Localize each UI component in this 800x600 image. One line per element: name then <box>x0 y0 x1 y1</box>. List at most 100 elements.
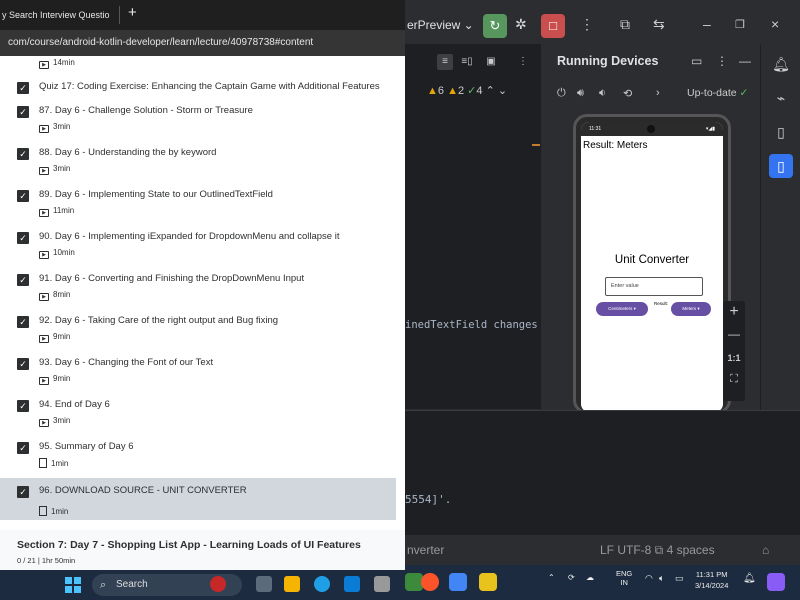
value-input-field[interactable]: Enter value <box>605 277 703 296</box>
chevron-up-icon[interactable]: ⌃ <box>486 85 495 97</box>
fit-screen-icon[interactable]: ⛶ <box>723 373 745 386</box>
lecture-duration: 1min <box>39 506 68 516</box>
list-item[interactable]: ✓ 95. Summary of Day 6 1min <box>0 436 396 478</box>
checkbox-checked[interactable]: ✓ <box>17 274 29 286</box>
inspection-summary[interactable]: ▲6 ▲2 ✓4 ⌃ ⌄ <box>405 84 540 100</box>
chevron-right-icon[interactable]: › <box>656 87 660 99</box>
lecture-duration: ▶ 9min <box>39 374 70 385</box>
volume-down-icon[interactable]: 🔉︎ <box>599 87 606 100</box>
file-icon <box>39 506 47 516</box>
edge-icon[interactable] <box>314 576 330 592</box>
lock-icon[interactable]: ⌂ <box>762 535 769 565</box>
emulator-zoom-controls: + — 1:1 ⛶ <box>723 301 745 401</box>
rotate-icon[interactable]: ⟲ <box>623 87 632 100</box>
device-manager-icon[interactable]: ⧉ <box>620 16 630 33</box>
search-label: Search <box>116 579 148 590</box>
checkbox-checked[interactable]: ✓ <box>17 400 29 412</box>
checkbox-checked[interactable]: ✓ <box>17 82 29 94</box>
list-item[interactable]: ✓ 90. Day 6 - Implementing iExpanded for… <box>0 226 396 268</box>
bell-icon[interactable]: 🔔︎ <box>743 573 756 584</box>
store-icon[interactable] <box>344 576 360 592</box>
more-icon[interactable]: ⋮ <box>580 16 594 33</box>
restore-icon[interactable]: ❐ <box>735 18 745 31</box>
actual-size-button[interactable]: 1:1 <box>723 353 745 363</box>
taskbar-clock[interactable]: 11:31 PM 3/14/2024 <box>695 569 728 591</box>
more-icon[interactable]: ⋮ <box>515 54 531 70</box>
folder-icon[interactable] <box>284 576 300 592</box>
breadcrumb[interactable]: nverter <box>407 535 444 565</box>
code-editor[interactable]: ≡ ≡▯ ▣ ⋮ ▲6 ▲2 ✓4 ⌃ ⌄ inedTextField chan… <box>405 44 542 409</box>
list-item[interactable]: ✓ 92. Day 6 - Taking Care of the right o… <box>0 310 396 352</box>
list-item[interactable]: ✓ 94. End of Day 6 ▶ 3min <box>0 394 396 436</box>
android-studio-icon[interactable] <box>449 573 467 591</box>
brave-icon[interactable] <box>421 573 439 591</box>
list-item[interactable]: ✓ 87. Day 6 - Challenge Solution - Storm… <box>0 100 396 142</box>
taskbar-app-icon[interactable] <box>256 576 272 592</box>
windows-start-icon[interactable] <box>65 577 81 593</box>
notifications-icon[interactable]: 🔔︎ <box>769 52 793 76</box>
list-item[interactable]: ✓ 88. Day 6 - Understanding the by keywo… <box>0 142 396 184</box>
from-unit-dropdown-button[interactable]: Centimeters ▾ <box>596 302 648 316</box>
checkbox-checked[interactable]: ✓ <box>17 232 29 244</box>
checkbox-checked[interactable]: ✓ <box>17 316 29 328</box>
to-unit-dropdown-button[interactable]: Meters ▾ <box>671 302 711 316</box>
minimize-panel-icon[interactable]: — <box>739 54 751 68</box>
checkbox-checked[interactable]: ✓ <box>17 148 29 160</box>
language-indicator[interactable]: ENG IN <box>616 569 632 587</box>
device-manager-icon[interactable]: ▯ <box>769 120 793 144</box>
checkbox-checked[interactable]: ✓ <box>17 442 29 454</box>
video-icon: ▶ <box>39 167 49 175</box>
taskbar-app-icon[interactable] <box>210 576 226 592</box>
list-item[interactable]: ✓ 93. Day 6 - Changing the Font of our T… <box>0 352 396 394</box>
lecture-duration: ▶ 10min <box>39 248 75 259</box>
checkbox-checked[interactable]: ✓ <box>17 190 29 202</box>
new-tab-button[interactable]: + <box>128 4 137 22</box>
close-icon[interactable]: × <box>771 16 779 32</box>
video-icon: ▶ <box>39 209 49 217</box>
run-config-dropdown[interactable]: erPreview ⌄ <box>407 18 474 32</box>
lecture-title: 92. Day 6 - Taking Care of the right out… <box>39 315 279 326</box>
address-bar[interactable]: com/course/android-kotlin-developer/lear… <box>0 30 405 56</box>
lecture-title: 87. Day 6 - Challenge Solution - Storm o… <box>39 105 253 116</box>
split-view-icon[interactable]: ≡▯ <box>459 54 475 70</box>
list-item[interactable]: ✓ 91. Day 6 - Converting and Finishing t… <box>0 268 396 310</box>
section-header[interactable]: Section 7: Day 7 - Shopping List App - L… <box>0 530 405 570</box>
speaker-icon[interactable]: 🔈︎ <box>659 573 664 584</box>
cloud-icon[interactable]: ☁ <box>586 573 594 582</box>
translate-icon[interactable]: ⇆ <box>653 16 665 33</box>
checkbox-checked[interactable]: ✓ <box>17 486 29 498</box>
device-screen[interactable]: 11:31 ▾◢▮ Result: Meters Unit Converter … <box>581 122 723 412</box>
notes-icon[interactable] <box>479 573 497 591</box>
zoom-in-button[interactable]: + <box>723 303 745 321</box>
list-item[interactable]: ▶ 14min <box>0 56 396 70</box>
gradle-icon[interactable]: ⌁ <box>769 86 793 110</box>
minimize-icon[interactable]: – <box>703 16 711 32</box>
battery-icon[interactable]: ▭ <box>675 573 684 584</box>
window-icon[interactable]: ▭ <box>691 54 702 68</box>
stop-icon[interactable]: □ <box>541 14 565 38</box>
taskbar-app-icon[interactable] <box>374 576 390 592</box>
wifi-icon[interactable]: ◠ <box>645 573 653 584</box>
video-icon: ▶ <box>39 335 49 343</box>
rerun-icon[interactable]: ↻ <box>483 14 507 38</box>
design-view-icon[interactable]: ▣ <box>483 54 499 70</box>
sync-icon[interactable]: ⟳ <box>568 573 575 582</box>
zoom-out-button[interactable]: — <box>723 327 745 341</box>
checkbox-checked[interactable]: ✓ <box>17 106 29 118</box>
list-item[interactable]: ✓ 89. Day 6 - Implementing State to our … <box>0 184 396 226</box>
chevron-up-icon[interactable]: ⌃ <box>548 573 555 582</box>
lecture-duration: ▶ 8min <box>39 290 70 301</box>
list-item-active[interactable]: ✓ 96. DOWNLOAD SOURCE - UNIT CONVERTER 1… <box>0 478 396 520</box>
weak-warning-icon: ▲ <box>447 85 458 97</box>
file-encoding-info[interactable]: LF UTF-8 ⧉ 4 spaces <box>600 535 715 565</box>
debug-icon[interactable]: ✲ <box>515 16 527 33</box>
checkbox-checked[interactable]: ✓ <box>17 358 29 370</box>
browser-tab[interactable]: y Search Interview Questio <box>0 6 120 24</box>
power-icon[interactable]: ⏻ <box>557 87 566 100</box>
copilot-icon[interactable] <box>767 573 785 591</box>
volume-up-icon[interactable]: 🔊︎ <box>577 87 584 100</box>
code-view-icon[interactable]: ≡ <box>437 54 453 70</box>
more-icon[interactable]: ⋮ <box>716 54 728 68</box>
chevron-down-icon[interactable]: ⌄ <box>498 85 507 97</box>
running-devices-icon[interactable]: ▯ <box>769 154 793 178</box>
